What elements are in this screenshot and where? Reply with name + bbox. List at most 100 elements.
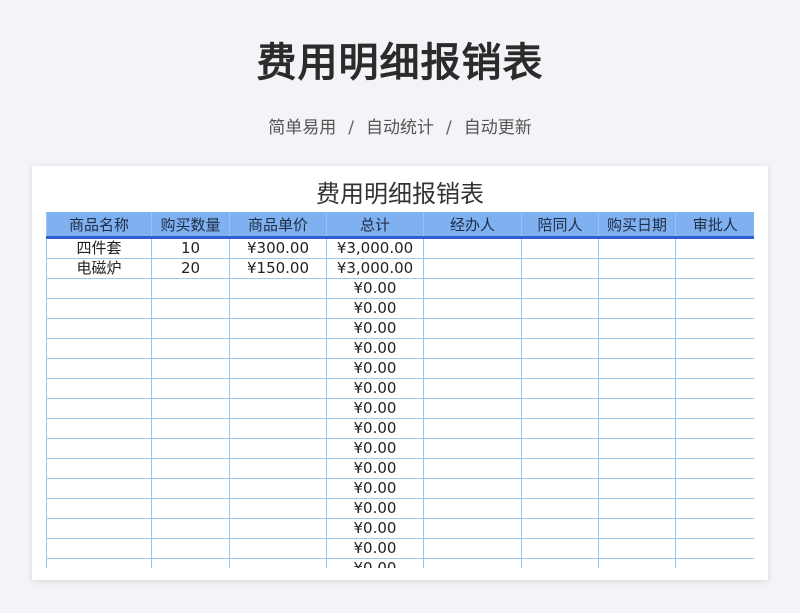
cell-purchase-date[interactable] [598,298,676,319]
cell-purchase-date[interactable] [598,518,676,539]
cell-quantity[interactable] [151,278,230,299]
cell-unit-price[interactable] [229,418,327,439]
cell-approver[interactable] [675,398,754,419]
cell-total[interactable]: ¥0.00 [326,558,424,568]
cell-handler[interactable] [423,338,522,359]
cell-handler[interactable] [423,518,522,539]
cell-item-name[interactable] [46,298,152,319]
cell-quantity[interactable] [151,338,230,359]
cell-total[interactable]: ¥0.00 [326,278,424,299]
cell-quantity[interactable] [151,398,230,419]
cell-unit-price[interactable] [229,358,327,379]
cell-quantity[interactable] [151,478,230,499]
cell-total[interactable]: ¥0.00 [326,418,424,439]
cell-item-name[interactable]: 电磁炉 [46,258,152,279]
cell-unit-price[interactable] [229,318,327,339]
cell-handler[interactable] [423,498,522,519]
cell-quantity[interactable] [151,378,230,399]
cell-approver[interactable] [675,318,754,339]
cell-companion[interactable] [521,237,599,259]
cell-quantity[interactable] [151,518,230,539]
cell-item-name[interactable] [46,398,152,419]
cell-total[interactable]: ¥0.00 [326,298,424,319]
cell-quantity[interactable] [151,498,230,519]
cell-purchase-date[interactable] [598,558,676,568]
cell-total[interactable]: ¥0.00 [326,498,424,519]
cell-handler[interactable] [423,237,522,259]
cell-total[interactable]: ¥0.00 [326,438,424,459]
cell-purchase-date[interactable] [598,358,676,379]
cell-item-name[interactable] [46,458,152,479]
cell-approver[interactable] [675,298,754,319]
cell-companion[interactable] [521,378,599,399]
cell-total[interactable]: ¥0.00 [326,378,424,399]
cell-quantity[interactable] [151,558,230,568]
cell-item-name[interactable] [46,278,152,299]
cell-approver[interactable] [675,258,754,279]
cell-handler[interactable] [423,398,522,419]
cell-item-name[interactable]: 四件套 [46,237,152,259]
cell-item-name[interactable] [46,558,152,568]
cell-companion[interactable] [521,278,599,299]
cell-companion[interactable] [521,538,599,559]
cell-approver[interactable] [675,278,754,299]
cell-handler[interactable] [423,358,522,379]
cell-handler[interactable] [423,438,522,459]
cell-total[interactable]: ¥3,000.00 [326,237,424,259]
cell-unit-price[interactable] [229,298,327,319]
cell-companion[interactable] [521,558,599,568]
cell-companion[interactable] [521,518,599,539]
cell-unit-price[interactable] [229,338,327,359]
cell-approver[interactable] [675,518,754,539]
cell-purchase-date[interactable] [598,258,676,279]
cell-handler[interactable] [423,538,522,559]
cell-total[interactable]: ¥0.00 [326,398,424,419]
cell-purchase-date[interactable] [598,458,676,479]
cell-total[interactable]: ¥0.00 [326,538,424,559]
cell-item-name[interactable] [46,358,152,379]
cell-item-name[interactable] [46,518,152,539]
cell-purchase-date[interactable] [598,418,676,439]
cell-companion[interactable] [521,298,599,319]
cell-handler[interactable] [423,318,522,339]
cell-unit-price[interactable] [229,498,327,519]
cell-purchase-date[interactable] [598,278,676,299]
cell-item-name[interactable] [46,438,152,459]
cell-approver[interactable] [675,378,754,399]
cell-approver[interactable] [675,438,754,459]
cell-approver[interactable] [675,237,754,259]
cell-item-name[interactable] [46,478,152,499]
cell-purchase-date[interactable] [598,538,676,559]
cell-unit-price[interactable] [229,398,327,419]
cell-companion[interactable] [521,478,599,499]
cell-purchase-date[interactable] [598,338,676,359]
cell-unit-price[interactable] [229,458,327,479]
cell-companion[interactable] [521,398,599,419]
cell-quantity[interactable] [151,538,230,559]
cell-total[interactable]: ¥0.00 [326,478,424,499]
cell-quantity[interactable] [151,298,230,319]
cell-total[interactable]: ¥0.00 [326,458,424,479]
cell-quantity[interactable] [151,358,230,379]
cell-total[interactable]: ¥0.00 [326,518,424,539]
cell-purchase-date[interactable] [598,398,676,419]
cell-total[interactable]: ¥3,000.00 [326,258,424,279]
cell-item-name[interactable] [46,418,152,439]
cell-companion[interactable] [521,338,599,359]
cell-handler[interactable] [423,478,522,499]
cell-quantity[interactable] [151,458,230,479]
cell-unit-price[interactable] [229,538,327,559]
cell-unit-price[interactable] [229,558,327,568]
cell-unit-price[interactable] [229,378,327,399]
cell-handler[interactable] [423,298,522,319]
cell-handler[interactable] [423,418,522,439]
cell-handler[interactable] [423,278,522,299]
cell-approver[interactable] [675,458,754,479]
cell-companion[interactable] [521,458,599,479]
cell-purchase-date[interactable] [598,237,676,259]
cell-quantity[interactable] [151,318,230,339]
cell-purchase-date[interactable] [598,318,676,339]
cell-companion[interactable] [521,318,599,339]
cell-quantity[interactable] [151,418,230,439]
cell-unit-price[interactable] [229,438,327,459]
